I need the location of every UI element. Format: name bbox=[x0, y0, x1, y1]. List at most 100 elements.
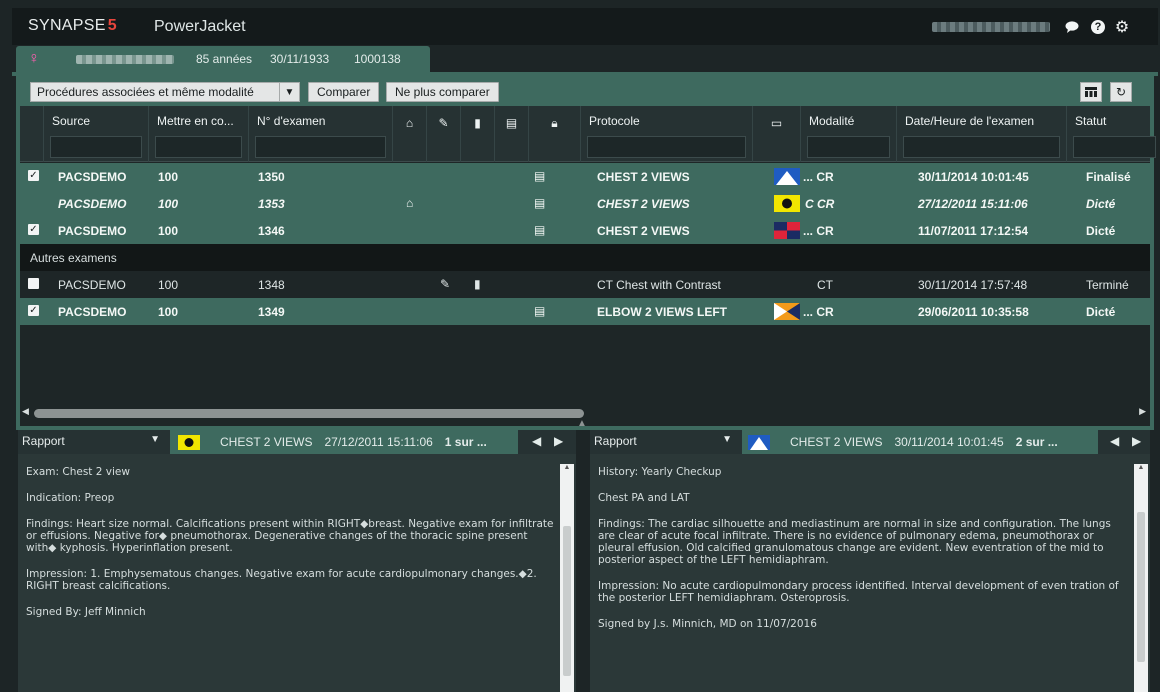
report-panel-right: Rapport ▼ CHEST 2 VIEWS 30/11/2014 10:01… bbox=[590, 430, 1150, 692]
camera-icon[interactable]: ⌂ bbox=[406, 196, 413, 210]
edit-icon: ✎ bbox=[438, 116, 449, 130]
table-row[interactable]: ✓ PACSDEMO 100 1346 ▤ CHEST 2 VIEWS ... … bbox=[20, 217, 1150, 244]
next-report-icon[interactable]: ▶ bbox=[1132, 434, 1141, 448]
scroll-right-icon[interactable]: ▶ bbox=[1139, 406, 1146, 417]
patient-age: 85 années bbox=[196, 52, 253, 66]
col-datetime[interactable]: Date/Heure de l'examen bbox=[897, 106, 1067, 162]
report-splitter[interactable] bbox=[577, 430, 589, 692]
chevron-down-icon[interactable]: ▼ bbox=[150, 434, 160, 445]
report-icon[interactable]: ▤ bbox=[534, 223, 545, 237]
camera-icon: ⌂ bbox=[405, 116, 414, 130]
app-header: SYNAPSE 5 PowerJacket ? ⚙ bbox=[12, 8, 1158, 45]
exam-number-filter-input[interactable] bbox=[255, 136, 386, 158]
scrollbar-thumb[interactable] bbox=[563, 526, 571, 676]
stop-compare-button[interactable]: Ne plus comparer bbox=[386, 82, 499, 102]
protocol-filter-input[interactable] bbox=[587, 136, 746, 158]
splitter-up-icon[interactable]: ▲ bbox=[577, 418, 587, 429]
table-row[interactable]: PACSDEMO 100 1348 ✎ ▮ CT Chest with Cont… bbox=[20, 271, 1150, 298]
other-exams-separator: Autres examens bbox=[20, 244, 1150, 271]
scroll-left-icon[interactable]: ◀ bbox=[22, 406, 29, 417]
columns-icon[interactable] bbox=[1080, 82, 1102, 102]
synapse-logo: SYNAPSE 5 bbox=[28, 17, 117, 34]
image-thumbnail-icon: ▭ bbox=[770, 116, 783, 130]
report-type-select-left[interactable]: Rapport ▼ bbox=[22, 434, 166, 452]
app-name: PowerJacket bbox=[154, 18, 246, 35]
patient-name-redacted bbox=[76, 55, 174, 64]
table-header: Source Mettre en co... N° d'examen ⌂ ✎ ▮… bbox=[20, 106, 1156, 162]
female-icon: ♀ bbox=[28, 50, 40, 67]
col-source[interactable]: Source bbox=[44, 106, 149, 162]
col-exam-number[interactable]: N° d'examen bbox=[249, 106, 393, 162]
row-checkbox[interactable]: ✓ bbox=[28, 224, 39, 235]
source-filter-input[interactable] bbox=[50, 136, 142, 158]
report-left-scrollbar[interactable]: ▲ bbox=[560, 464, 574, 692]
report-right-text: History: Yearly Checkup Chest PA and LAT… bbox=[598, 466, 1128, 684]
refresh-icon[interactable]: ↻ bbox=[1110, 82, 1132, 102]
thumbnail-chest-icon bbox=[748, 434, 770, 450]
report-icon[interactable]: ▤ bbox=[534, 304, 545, 318]
col-thumbnail[interactable]: ▭ bbox=[753, 106, 801, 162]
help-icon[interactable]: ? bbox=[1090, 19, 1106, 35]
col-edit-icon[interactable]: ✎ bbox=[427, 106, 461, 162]
prev-report-icon[interactable]: ◀ bbox=[1110, 434, 1119, 448]
chevron-down-icon[interactable]: ▼ bbox=[722, 434, 732, 445]
report-icon: ▤ bbox=[505, 116, 518, 130]
thumbnail-chest-icon[interactable] bbox=[774, 195, 800, 212]
thumbnail-chest-icon[interactable] bbox=[774, 168, 800, 185]
col-report-icon[interactable]: ▤ bbox=[495, 106, 529, 162]
report-left-header: Rapport ▼ CHEST 2 VIEWS 27/12/2011 15:11… bbox=[18, 430, 576, 454]
col-image-icon[interactable]: ⌂ bbox=[393, 106, 427, 162]
report-right-scrollbar[interactable]: ▲ bbox=[1134, 464, 1148, 692]
gear-icon[interactable]: ⚙ bbox=[1114, 19, 1130, 36]
scroll-up-icon[interactable]: ▲ bbox=[1134, 464, 1148, 471]
report-left-text: Exam: Chest 2 view Indication: Preop Fin… bbox=[26, 466, 554, 684]
thumbnail-elbow-icon[interactable] bbox=[774, 303, 800, 320]
row-checkbox[interactable] bbox=[28, 278, 39, 289]
col-document-icon[interactable]: ▮ bbox=[461, 106, 495, 162]
report-type-select-right[interactable]: Rapport ▼ bbox=[594, 434, 738, 452]
compare-button[interactable]: Comparer bbox=[308, 82, 380, 102]
col-mettre[interactable]: Mettre en co... bbox=[149, 106, 249, 162]
scroll-up-icon[interactable]: ▲ bbox=[560, 464, 574, 471]
table-row[interactable]: PACSDEMO 100 1353 ⌂ ▤ CHEST 2 VIEWS C CR… bbox=[20, 190, 1150, 217]
report-icon[interactable]: ▤ bbox=[534, 196, 545, 210]
col-select bbox=[20, 106, 44, 162]
report-right-header: Rapport ▼ CHEST 2 VIEWS 30/11/2014 10:01… bbox=[590, 430, 1150, 454]
patient-tab[interactable]: ♀ 85 années 30/11/1933 1000138 bbox=[16, 46, 430, 72]
procedure-filter-select[interactable]: Procédures associées et même modalité ▼ bbox=[30, 82, 300, 102]
edit-icon[interactable]: ✎ bbox=[440, 277, 450, 291]
exam-toolbar: Procédures associées et même modalité ▼ … bbox=[20, 76, 1150, 106]
table-row[interactable]: ✓ PACSDEMO 100 1350 ▤ CHEST 2 VIEWS ... … bbox=[20, 163, 1150, 190]
lock-icon: 🔒︎ bbox=[551, 116, 558, 130]
patient-dob: 30/11/1933 bbox=[270, 52, 330, 66]
modality-filter-input[interactable] bbox=[807, 136, 890, 158]
status-filter-input[interactable] bbox=[1073, 136, 1156, 158]
col-status[interactable]: Statut bbox=[1067, 106, 1156, 162]
prev-report-icon[interactable]: ◀ bbox=[532, 434, 541, 448]
report-left-title[interactable]: CHEST 2 VIEWS 27/12/2011 15:11:06 1 sur … bbox=[170, 430, 518, 454]
document-icon[interactable]: ▮ bbox=[474, 277, 481, 291]
next-report-icon[interactable]: ▶ bbox=[554, 434, 563, 448]
user-name-redacted[interactable] bbox=[932, 22, 1050, 32]
chevron-down-icon[interactable]: ▼ bbox=[279, 83, 299, 101]
thumbnail-chest-icon[interactable] bbox=[774, 222, 800, 239]
col-modality[interactable]: Modalité bbox=[801, 106, 897, 162]
col-protocol[interactable]: Protocole bbox=[581, 106, 753, 162]
document-icon: ▮ bbox=[474, 116, 481, 130]
scrollbar-thumb[interactable] bbox=[34, 409, 584, 418]
datetime-filter-input[interactable] bbox=[903, 136, 1060, 158]
exam-table-body: ✓ PACSDEMO 100 1350 ▤ CHEST 2 VIEWS ... … bbox=[20, 163, 1150, 403]
mettre-filter-input[interactable] bbox=[155, 136, 242, 158]
chat-icon[interactable] bbox=[1064, 19, 1080, 35]
scrollbar-thumb[interactable] bbox=[1137, 512, 1145, 662]
report-panel-left: Rapport ▼ CHEST 2 VIEWS 27/12/2011 15:11… bbox=[18, 430, 576, 692]
col-lock-icon[interactable]: 🔒︎ bbox=[529, 106, 581, 162]
report-right-title[interactable]: CHEST 2 VIEWS 30/11/2014 10:01:45 2 sur … bbox=[742, 430, 1098, 454]
table-row[interactable]: ✓ PACSDEMO 100 1349 ▤ ELBOW 2 VIEWS LEFT… bbox=[20, 298, 1150, 325]
row-checkbox[interactable]: ✓ bbox=[28, 305, 39, 316]
row-checkbox[interactable]: ✓ bbox=[28, 170, 39, 181]
app-window: SYNAPSE 5 PowerJacket ? ⚙ ♀ 85 années 30/… bbox=[12, 8, 1158, 692]
report-icon[interactable]: ▤ bbox=[534, 169, 545, 183]
exam-list-panel: Procédures associées et même modalité ▼ … bbox=[16, 76, 1156, 430]
patient-id: 1000138 bbox=[354, 52, 401, 66]
